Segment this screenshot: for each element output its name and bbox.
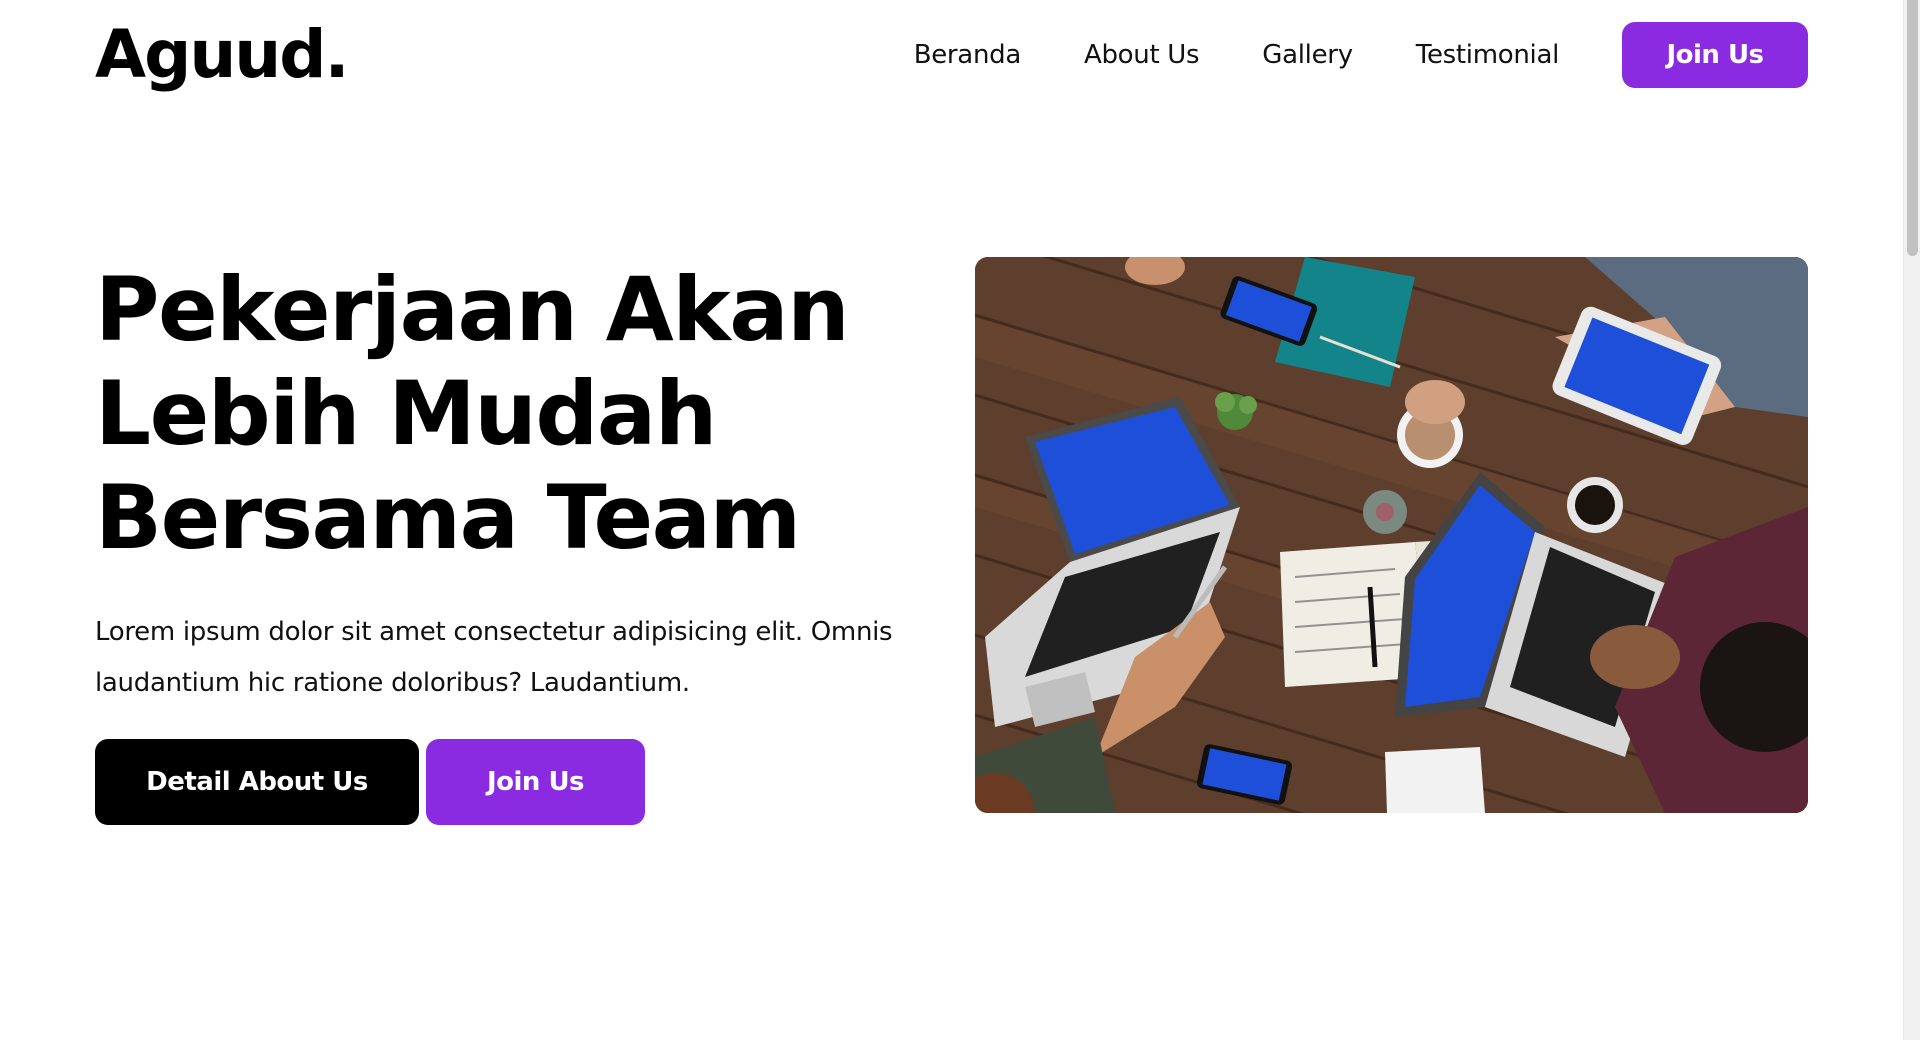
navbar: Aguud. Beranda About Us Gallery Testimon…: [95, 0, 1808, 110]
nav-join-us-button[interactable]: Join Us: [1622, 22, 1808, 88]
team-table-illustration: [975, 257, 1808, 813]
hero-join-us-button[interactable]: Join Us: [426, 739, 645, 825]
nav-link-beranda[interactable]: Beranda: [914, 22, 1022, 88]
hero-buttons: Detail About Us Join Us: [95, 739, 645, 825]
hero-description: Lorem ipsum dolor sit amet consectetur a…: [95, 617, 893, 698]
hero-title-line-3: Bersama Team: [95, 466, 801, 569]
scrollbar-thumb[interactable]: [1907, 0, 1918, 256]
detail-about-us-button[interactable]: Detail About Us: [95, 739, 419, 825]
nav-link-about-us[interactable]: About Us: [1084, 22, 1200, 88]
nav-link-gallery[interactable]: Gallery: [1262, 22, 1353, 88]
hero-title: Pekerjaan Akan Lebih Mudah Bersama Team: [95, 258, 895, 570]
nav-links: Beranda About Us Gallery Testimonial Joi…: [914, 22, 1808, 88]
logo[interactable]: Aguud.: [95, 15, 350, 95]
page-scrollbar[interactable]: [1903, 0, 1920, 1040]
hero-title-line-1: Pekerjaan Akan: [95, 258, 850, 361]
hero-image: [975, 257, 1808, 813]
nav-link-testimonial[interactable]: Testimonial: [1416, 22, 1560, 88]
hero-title-line-2: Lebih Mudah: [95, 362, 717, 465]
